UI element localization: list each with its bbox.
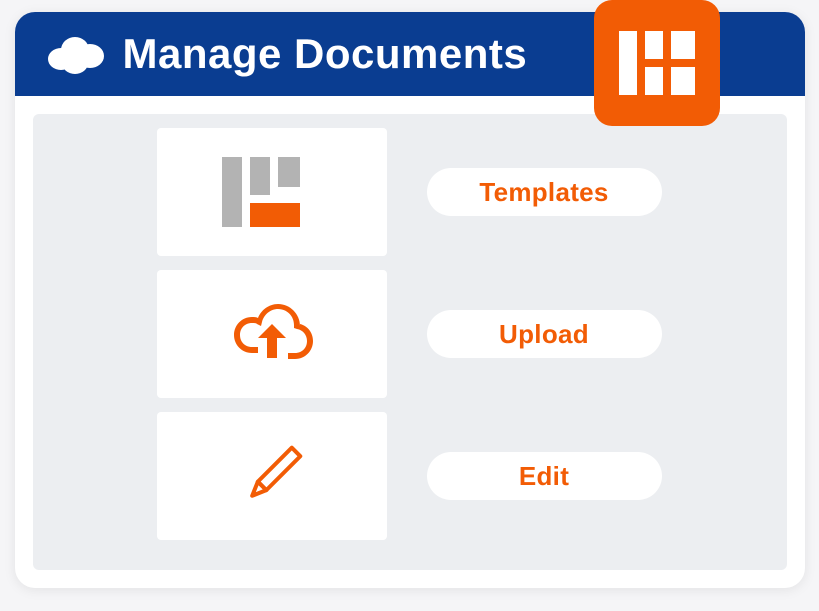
dashboard-icon [619, 31, 695, 95]
upload-button-label: Upload [499, 319, 589, 350]
option-row-templates[interactable]: Templates [47, 128, 773, 256]
content-area: Templates Upload [33, 114, 787, 570]
edit-tile [157, 412, 387, 540]
upload-tile [157, 270, 387, 398]
templates-icon [222, 157, 322, 227]
templates-tile [157, 128, 387, 256]
salesforce-cloud-icon [45, 33, 105, 75]
templates-button-label: Templates [479, 177, 608, 208]
edit-button-label: Edit [519, 461, 569, 492]
manage-documents-panel: Manage Documents [15, 12, 805, 588]
option-row-edit[interactable]: Edit [47, 412, 773, 540]
upload-button[interactable]: Upload [427, 310, 662, 358]
cloud-upload-icon [224, 298, 320, 370]
panel-header: Manage Documents [15, 12, 805, 96]
pencil-icon [232, 436, 312, 516]
edit-button[interactable]: Edit [427, 452, 662, 500]
option-row-upload[interactable]: Upload [47, 270, 773, 398]
templates-button[interactable]: Templates [427, 168, 662, 216]
app-badge [594, 0, 720, 126]
panel-body: Templates Upload [15, 96, 805, 588]
panel-title: Manage Documents [123, 30, 528, 78]
